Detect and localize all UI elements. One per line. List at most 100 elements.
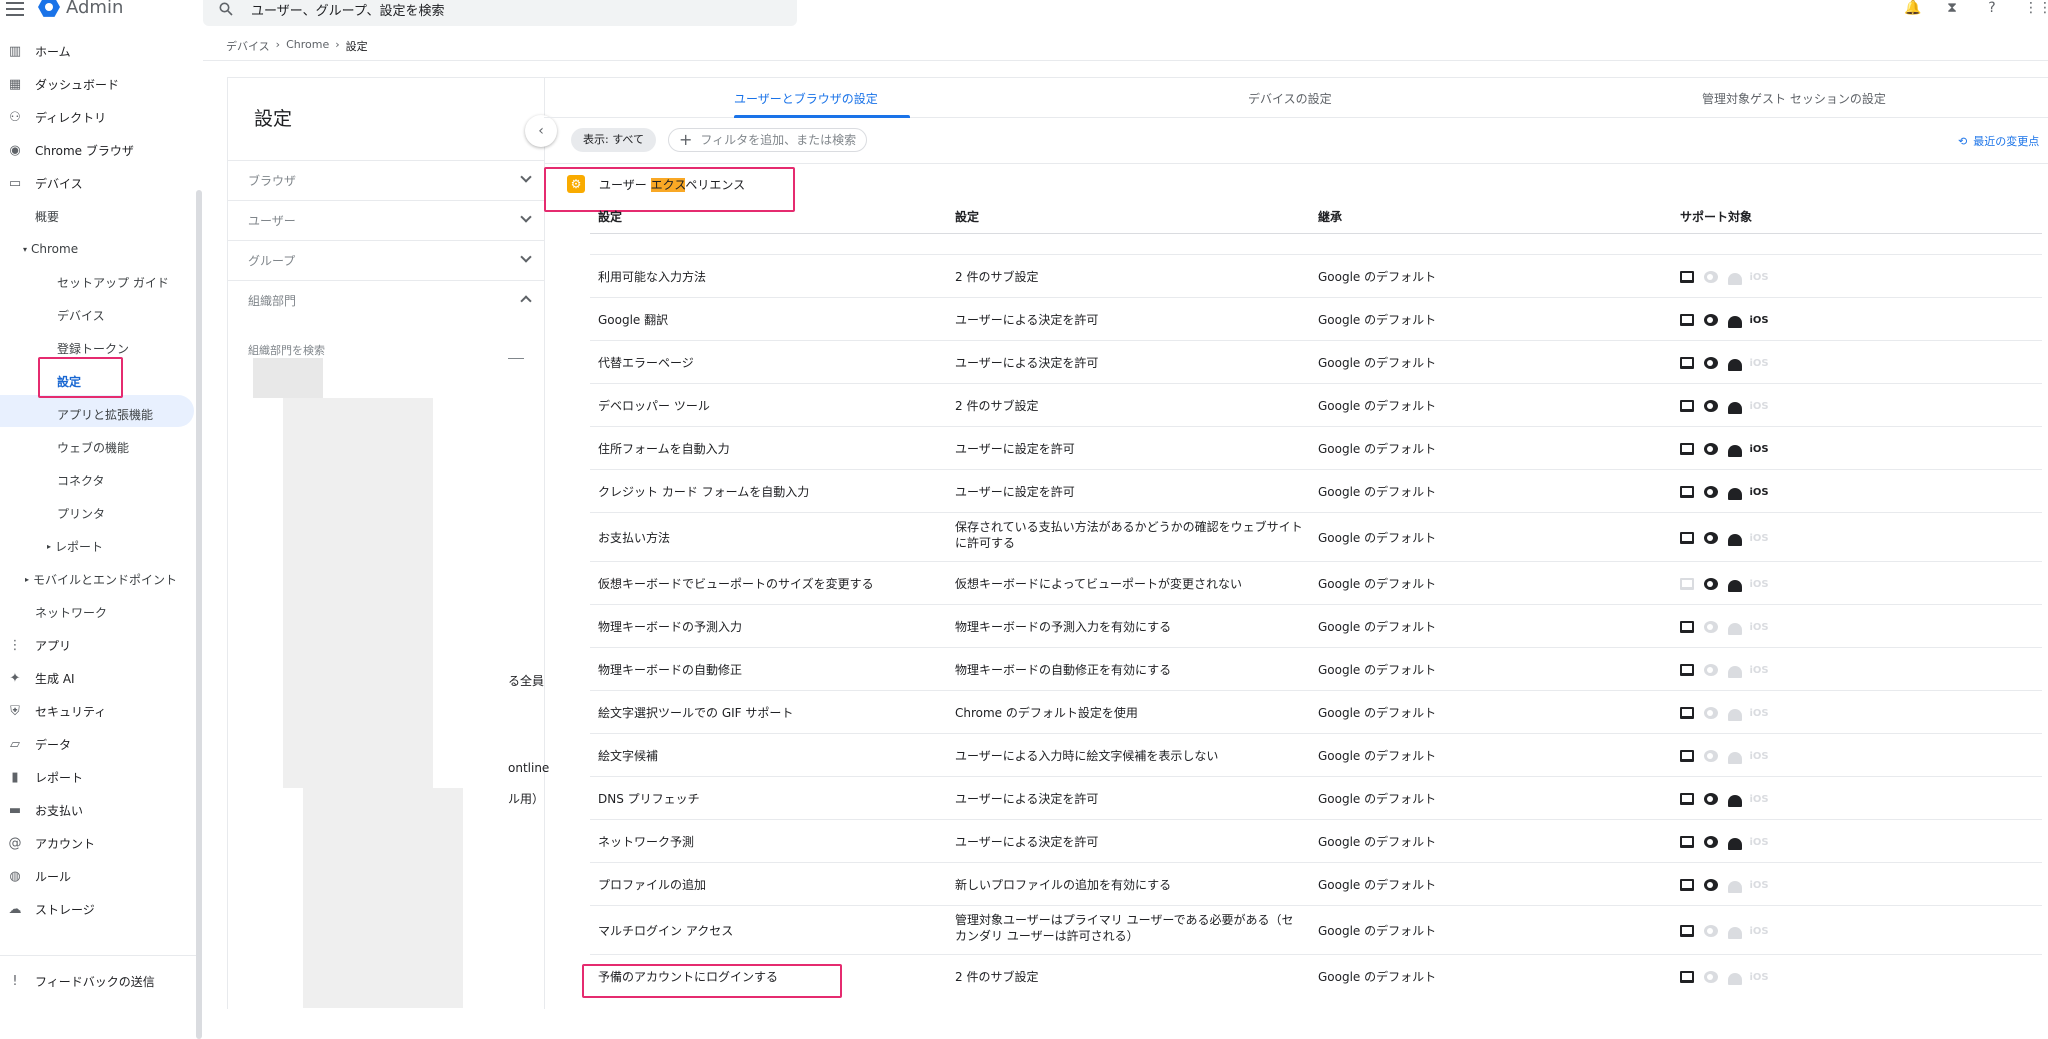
org-unit-search-input[interactable]: 組織部門を検索 <box>248 342 325 358</box>
sidebar-subitem-label: ネットワーク <box>35 605 108 620</box>
sidebar-scrollbar[interactable] <box>196 190 202 1039</box>
column-header-inherit[interactable]: 継承 <box>1318 208 1342 225</box>
sidebar-item[interactable]: ✦ 生成 AI <box>0 663 75 693</box>
sidebar-item[interactable]: ▱ データ <box>0 729 71 759</box>
setting-name[interactable]: 絵文字選択ツールでの GIF サポート <box>598 705 938 721</box>
tab-guest-session[interactable]: 管理対象ゲスト セッションの設定 <box>1702 90 1886 107</box>
sidebar-item[interactable]: ▥ ホーム <box>0 36 71 66</box>
table-row[interactable]: DNS プリフェッチ ユーザーによる決定を許可 Google のデフォルト iOS <box>590 776 2042 819</box>
setting-name[interactable]: 仮想キーボードでビューポートのサイズを変更する <box>598 576 938 592</box>
sidebar-subitem[interactable]: セットアップ ガイド <box>57 267 169 297</box>
chrome-icon <box>1704 486 1718 498</box>
search-input[interactable]: ユーザー、グループ、設定を検索 <box>251 0 444 19</box>
sidebar-item[interactable]: ▮ レポート <box>0 762 83 792</box>
sidebar-subitem[interactable]: プリンタ <box>57 498 105 528</box>
table-row[interactable]: ネットワーク予測 ユーザーによる決定を許可 Google のデフォルト iOS <box>590 819 2042 862</box>
recent-changes-link[interactable]: ⟲ 最近の変更点 <box>1958 133 2039 149</box>
breadcrumb-devices[interactable]: デバイス <box>226 38 270 54</box>
sidebar-item[interactable]: ▦ ダッシュボード <box>0 69 119 99</box>
table-row[interactable]: 仮想キーボードでビューポートのサイズを変更する 仮想キーボードによってビューポート… <box>590 561 2042 604</box>
setting-name[interactable]: デベロッパー ツール <box>598 398 938 414</box>
table-row[interactable]: 利用可能な入力方法 2 件のサブ設定 Google のデフォルト iOS <box>590 254 2042 297</box>
sidebar-subitem[interactable]: アプリと拡張機能 <box>57 399 153 429</box>
sidebar-item[interactable]: ⚇ ディレクトリ <box>0 102 106 132</box>
setting-name[interactable]: 予備のアカウントにログインする <box>598 969 938 985</box>
sidebar-item[interactable]: ◍ ルール <box>0 861 71 891</box>
sidebar-subitem[interactable]: デバイス <box>57 300 105 330</box>
support-icons: iOS <box>1680 314 1769 328</box>
sidebar-subitem[interactable]: ▾ Chrome <box>23 234 78 264</box>
table-row[interactable]: 物理キーボードの自動修正 物理キーボードの自動修正を有効にする Google のデフ… <box>590 647 2042 690</box>
setting-name[interactable]: お支払い方法 <box>598 530 938 546</box>
table-row[interactable]: Google 翻訳 ユーザーによる決定を許可 Google のデフォルト iOS <box>590 297 2042 340</box>
filter-user[interactable]: ユーザー <box>228 200 544 240</box>
sidebar-subitem[interactable]: ウェブの機能 <box>57 432 129 462</box>
table-row[interactable]: 住所フォームを自動入力 ユーザーに設定を許可 Google のデフォルト iOS <box>590 426 2042 469</box>
support-icons: iOS <box>1680 621 1769 635</box>
table-row[interactable]: お支払い方法 保存されている支払い方法があるかどうかの確認をウェブサイトに許可する… <box>590 512 2042 561</box>
filter-group[interactable]: グループ <box>228 240 544 280</box>
sidebar-item[interactable]: ⋮ アプリ <box>0 630 72 660</box>
column-header-value[interactable]: 設定 <box>955 208 979 225</box>
tab-device[interactable]: デバイスの設定 <box>1248 90 1332 107</box>
table-row[interactable]: 予備のアカウントにログインする 2 件のサブ設定 Google のデフォルト iOS <box>590 954 2042 997</box>
search-bar[interactable]: ユーザー、グループ、設定を検索 <box>203 0 797 26</box>
table-row[interactable]: 絵文字選択ツールでの GIF サポート Chrome のデフォルト設定を使用 Goo… <box>590 690 2042 733</box>
chrome-icon <box>1704 707 1718 719</box>
sidebar-item[interactable]: ⛨ セキュリティ <box>0 696 106 726</box>
setting-name[interactable]: マルチログイン アクセス <box>598 923 938 939</box>
highlight-box <box>38 357 123 398</box>
sidebar-subitem[interactable]: コネクタ <box>57 465 105 495</box>
sidebar-subitem[interactable]: 概要 <box>35 201 59 231</box>
setting-name[interactable]: 物理キーボードの予測入力 <box>598 619 938 635</box>
setting-name[interactable]: DNS プリフェッチ <box>598 791 938 807</box>
table-row[interactable]: 物理キーボードの予測入力 物理キーボードの予測入力を有効にする Google のデフ… <box>590 604 2042 647</box>
setting-name[interactable]: 物理キーボードの自動修正 <box>598 662 938 678</box>
setting-name[interactable]: 絵文字候補 <box>598 748 938 764</box>
column-header-support[interactable]: サポート対象 <box>1680 208 1752 225</box>
setting-name[interactable]: Google 翻訳 <box>598 312 938 328</box>
filter-browser[interactable]: ブラウザ <box>228 160 544 200</box>
laptop-icon <box>1680 707 1694 719</box>
show-all-chip[interactable]: 表示: すべて <box>571 128 656 152</box>
setting-name[interactable]: プロファイルの追加 <box>598 877 938 893</box>
apps-grid-icon[interactable]: ⋮⋮ <box>2024 0 2048 16</box>
sidebar-subitem[interactable]: ▸ レポート <box>47 531 103 561</box>
setting-name[interactable]: 利用可能な入力方法 <box>598 269 938 285</box>
logo[interactable]: Admin <box>38 0 123 18</box>
table-row[interactable]: クレジット カード フォームを自動入力 ユーザーに設定を許可 Google のデフォ… <box>590 469 2042 512</box>
table-row[interactable]: マルチログイン アクセス 管理対象ユーザーはプライマリ ユーザーである必要がある（… <box>590 905 2042 954</box>
ios-icon: iOS <box>1749 793 1769 805</box>
bell-icon[interactable]: 🔔 <box>1904 0 1921 16</box>
inherit-value: Google のデフォルト <box>1318 924 1437 938</box>
table-row[interactable]: プロファイルの追加 新しいプロファイルの追加を有効にする Google のデフォルト… <box>590 862 2042 905</box>
tab-user-browser[interactable]: ユーザーとブラウザの設定 <box>734 90 878 107</box>
menu-icon[interactable] <box>6 2 24 16</box>
chevron-right-icon: › <box>335 38 340 51</box>
table-row[interactable]: デベロッパー ツール 2 件のサブ設定 Google のデフォルト iOS <box>590 383 2042 426</box>
table-row[interactable]: 絵文字候補 ユーザーによる入力時に絵文字候補を表示しない Google のデフォルト… <box>590 733 2042 776</box>
filter-org-unit[interactable]: 組織部門 <box>228 280 544 320</box>
hourglass-icon[interactable]: ⧗ <box>1944 0 1960 16</box>
android-icon <box>1728 971 1742 985</box>
sidebar-item[interactable]: ▭ デバイス <box>0 168 83 198</box>
feedback-button[interactable]: ! フィードバックの送信 <box>0 966 154 996</box>
sidebar-subitem[interactable]: ▸ モバイルとエンドポイント <box>25 564 177 594</box>
sidebar-item[interactable]: ☁ ストレージ <box>0 894 95 924</box>
breadcrumb-chrome[interactable]: Chrome <box>286 38 329 54</box>
setting-name[interactable]: ネットワーク予測 <box>598 834 938 850</box>
sidebar-item[interactable]: @ アカウント <box>0 828 96 858</box>
inherit-value: Google のデフォルト <box>1318 706 1437 720</box>
column-header-setting[interactable]: 設定 <box>598 208 622 225</box>
setting-name[interactable]: 住所フォームを自動入力 <box>598 441 938 457</box>
sidebar-item[interactable]: ◉ Chrome ブラウザ <box>0 135 134 165</box>
history-icon: ⟲ <box>1958 134 1968 148</box>
setting-name[interactable]: 代替エラーページ <box>598 355 938 371</box>
sidebar-subitem[interactable]: ネットワーク <box>35 597 107 627</box>
table-row[interactable]: 代替エラーページ ユーザーによる決定を許可 Google のデフォルト iOS <box>590 340 2042 383</box>
inherit-value: Google のデフォルト <box>1318 577 1437 591</box>
setting-name[interactable]: クレジット カード フォームを自動入力 <box>598 484 938 500</box>
help-icon[interactable]: ? <box>1984 0 2000 16</box>
sidebar-item[interactable]: ▬ お支払い <box>0 795 83 825</box>
add-filter-chip[interactable]: + フィルタを追加、または検索 <box>668 128 868 152</box>
